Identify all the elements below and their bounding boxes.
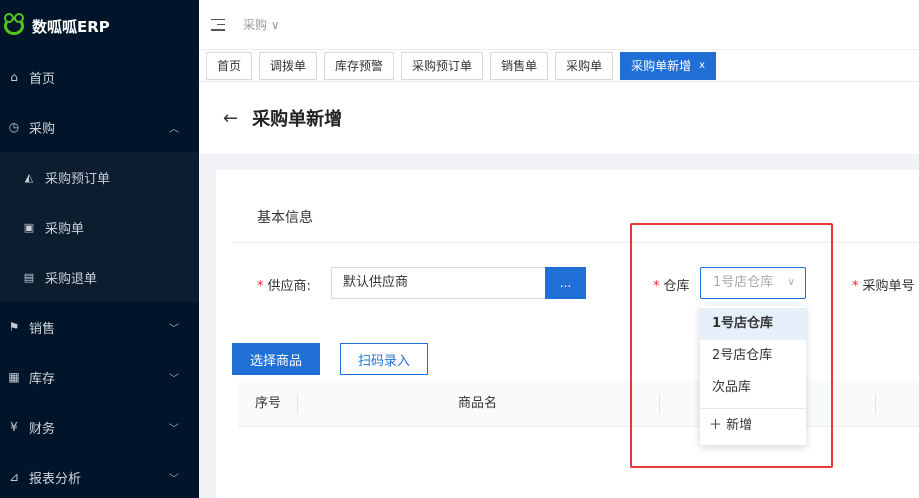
tab-label: 调拨单 [270, 59, 307, 73]
chevron-down-icon: ﹀ [169, 323, 179, 335]
yen-icon: ¥ [10, 420, 18, 434]
top-header: 采购 ∨ [199, 0, 919, 50]
chevron-down-icon: ﹀ [169, 373, 179, 385]
sidebar-item-reports[interactable]: ⊿ 报表分析 ﹀ [0, 452, 199, 498]
sidebar-item-inventory[interactable]: ▦ 库存 ﹀ [0, 352, 199, 402]
bucket-icon: ◭ [24, 170, 34, 184]
logo: 数呱呱ERP [0, 0, 199, 52]
tab-label: 首页 [217, 59, 242, 73]
select-goods-button[interactable]: 选择商品 [232, 343, 320, 375]
tab-label: 采购单新增 [631, 59, 692, 73]
back-arrow-icon[interactable]: ← [223, 108, 238, 129]
sidebar-item-label: 采购预订单 [45, 171, 111, 187]
app-title: 数呱呱ERP [32, 17, 110, 36]
sidebar-item-label: 财务 [29, 421, 56, 437]
highlight-box [630, 223, 833, 468]
chevron-down-icon: ∨ [270, 18, 280, 32]
sidebar-item-purchase-return[interactable]: ▤ 采购退单 [0, 252, 199, 302]
menu-fold-icon[interactable] [211, 18, 225, 31]
required-mark: * [257, 279, 264, 294]
sidebar-item-home[interactable]: ⌂ 首页 [0, 52, 199, 102]
sidebar-item-finance[interactable]: ¥ 财务 ﹀ [0, 402, 199, 452]
breadcrumb-label: 采购 [243, 18, 268, 32]
order-no-label: * 采购单号 [852, 275, 915, 294]
flag-icon: ⚑ [8, 320, 20, 334]
tab-home[interactable]: 首页 [206, 51, 253, 80]
supplier-picker-button[interactable]: ... [545, 267, 586, 299]
sidebar-item-purchase-preorder[interactable]: ◭ 采购预订单 [0, 152, 199, 202]
sidebar-item-sales[interactable]: ⚑ 销售 ﹀ [0, 302, 199, 352]
tab-transfer[interactable]: 调拨单 [259, 51, 318, 80]
tab-label: 采购预订单 [412, 59, 473, 73]
column-divider [875, 394, 876, 414]
tab-bar: 首页 调拨单 库存预警 采购预订单 销售单 采购单 采购单新增 x [199, 50, 919, 82]
order-no-label-text: 采购单号 [862, 279, 915, 294]
tab-purchase-preorder[interactable]: 采购预订单 [401, 51, 484, 80]
chevron-down-icon: ﹀ [169, 423, 179, 435]
supplier-label: * 供应商: [257, 275, 311, 294]
tab-label: 采购单 [566, 59, 603, 73]
clock-icon: ◷ [8, 120, 20, 134]
column-header-index: 序号 [255, 396, 282, 411]
page-header: ← 采购单新增 [199, 82, 919, 154]
sidebar-item-label: 库存 [29, 371, 56, 387]
page-title: 采购单新增 [252, 109, 343, 130]
tab-purchase-order-new[interactable]: 采购单新增 x [620, 51, 717, 80]
chevron-down-icon: ﹀ [169, 473, 179, 485]
purchase-submenu: ◭ 采购预订单 ▣ 采购单 ▤ 采购退单 [0, 152, 199, 302]
tab-stock-alert[interactable]: 库存预警 [324, 51, 395, 80]
sidebar-item-label: 销售 [29, 321, 56, 337]
tab-sales-order[interactable]: 销售单 [490, 51, 549, 80]
tab-label: 销售单 [501, 59, 538, 73]
supplier-label-text: 供应商: [267, 279, 311, 294]
sidebar: 数呱呱ERP ⌂ 首页 ◷ 采购 ︿ ◭ 采购预订单 ▣ 采购单 ▤ 采购退单 … [0, 0, 199, 498]
scan-entry-button[interactable]: 扫码录入 [340, 343, 428, 375]
close-icon[interactable]: x [699, 60, 705, 71]
sidebar-item-label: 采购 [29, 121, 56, 137]
sidebar-item-label: 采购退单 [45, 271, 98, 287]
frog-logo-icon [4, 13, 24, 35]
sidebar-item-label: 报表分析 [29, 471, 82, 487]
column-header-goods-name: 商品名 [458, 396, 498, 411]
tab-purchase-order[interactable]: 采购单 [555, 51, 614, 80]
chart-icon: ⊿ [8, 470, 20, 484]
warehouse-icon: ▦ [8, 370, 20, 384]
breadcrumb[interactable]: 采购 ∨ [243, 16, 280, 33]
chevron-up-icon: ︿ [169, 123, 179, 135]
section-title: 基本信息 [257, 210, 313, 226]
home-icon: ⌂ [10, 70, 18, 84]
sidebar-item-purchase[interactable]: ◷ 采购 ︿ [0, 102, 199, 152]
sidebar-item-purchase-order[interactable]: ▣ 采购单 [0, 202, 199, 252]
file-return-icon: ▤ [23, 270, 35, 284]
supplier-input[interactable]: 默认供应商 [331, 267, 546, 299]
tab-label: 库存预警 [335, 59, 384, 73]
calendar-icon: ▣ [23, 220, 35, 234]
sidebar-item-label: 首页 [29, 71, 56, 87]
sidebar-item-label: 采购单 [45, 221, 85, 237]
required-mark: * [852, 279, 859, 294]
column-divider [297, 394, 298, 414]
